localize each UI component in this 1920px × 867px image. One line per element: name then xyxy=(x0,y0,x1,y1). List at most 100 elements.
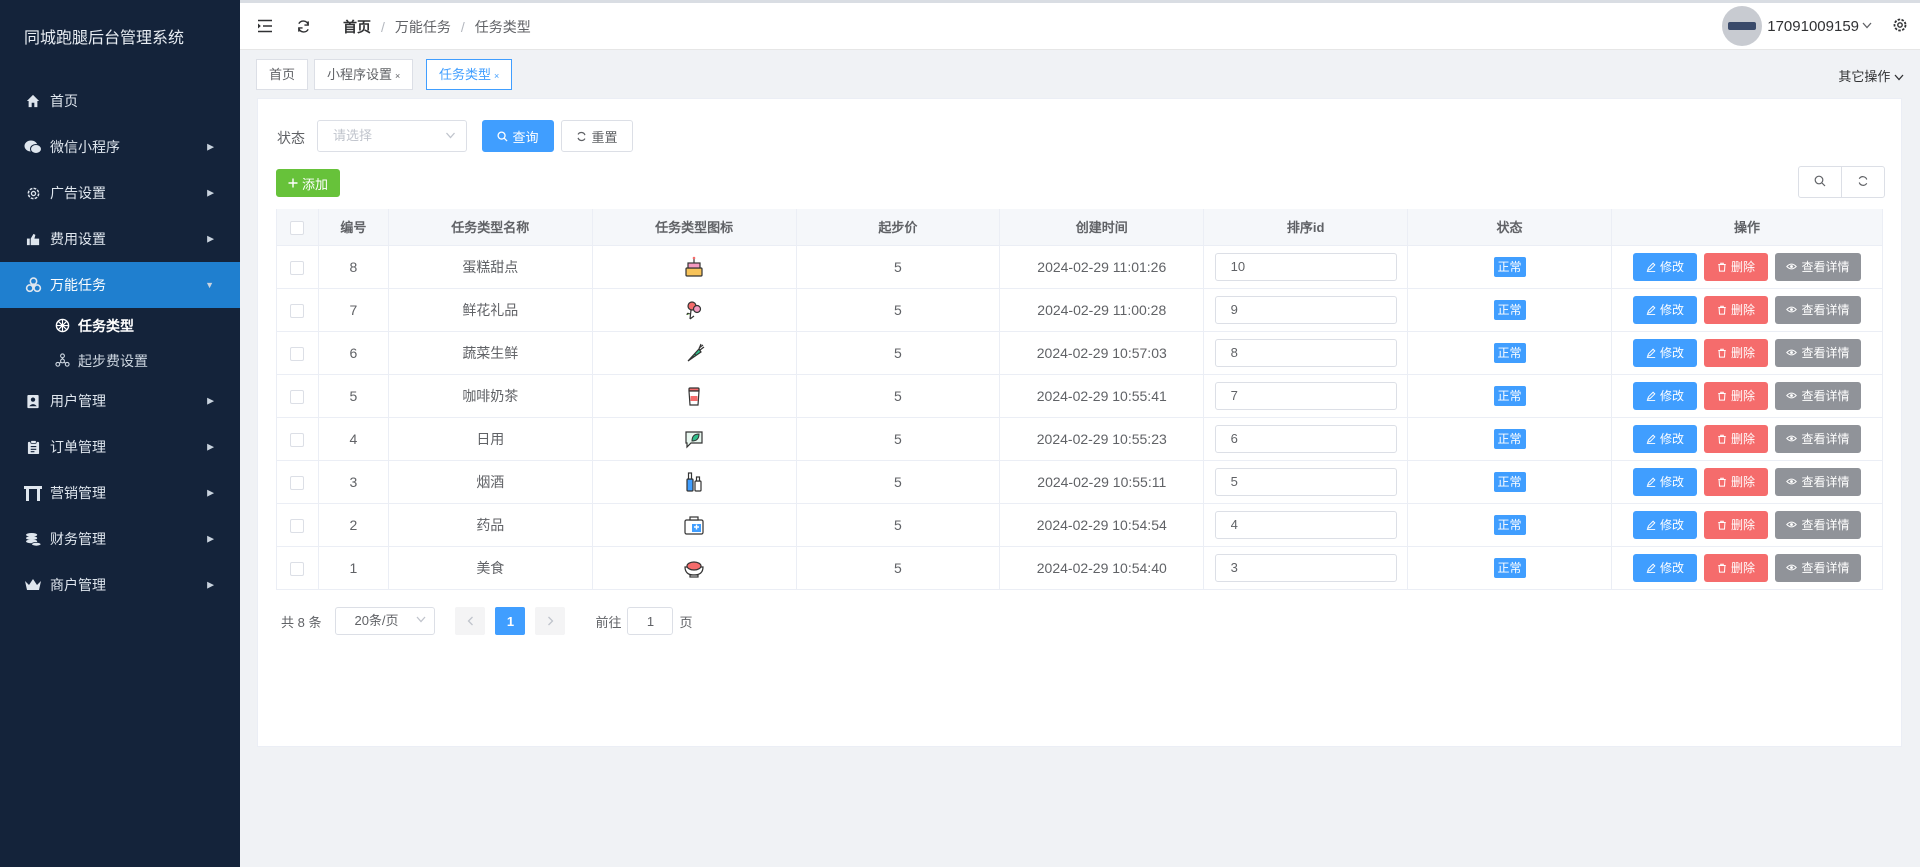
cell-status: 正常 xyxy=(1407,288,1612,332)
view-details-button[interactable]: 查看详情 xyxy=(1774,295,1861,324)
cell-price: 5 xyxy=(796,460,1001,504)
toggle-search-button[interactable] xyxy=(1798,166,1842,198)
molecule-icon xyxy=(54,353,70,369)
carrot-icon xyxy=(682,343,706,361)
view-details-button[interactable]: 查看详情 xyxy=(1774,553,1861,582)
view-details-button[interactable]: 查看详情 xyxy=(1774,381,1861,410)
edit-button[interactable]: 修改 xyxy=(1632,510,1697,539)
caret-right-icon: ▶ xyxy=(207,187,214,198)
edit-button[interactable]: 修改 xyxy=(1632,381,1697,410)
edit-button[interactable]: 修改 xyxy=(1632,252,1697,281)
page-number-button[interactable]: 1 xyxy=(495,607,526,635)
edit-button[interactable]: 修改 xyxy=(1632,424,1697,453)
prev-page-button[interactable] xyxy=(455,607,486,635)
sort-id-input[interactable] xyxy=(1214,467,1397,496)
sidebar-item-label: 微信小程序 xyxy=(50,139,120,155)
user-dropdown[interactable]: 17091009159 xyxy=(1722,6,1872,46)
query-button[interactable]: 查询 xyxy=(482,120,554,152)
view-details-button[interactable]: 查看详情 xyxy=(1774,252,1861,281)
cell-icon xyxy=(592,503,797,547)
tag-home[interactable]: 首页 xyxy=(256,59,309,90)
eye-icon xyxy=(1786,563,1798,572)
delete-label: 删除 xyxy=(1730,561,1755,575)
view-details-button[interactable]: 查看详情 xyxy=(1774,510,1861,539)
close-icon[interactable]: × xyxy=(395,71,400,81)
sidebar: 同城跑腿后台管理系统 首页 微信小程序 ▶ 广告设置 ▶ 费用设置 ▶ 万能任务… xyxy=(0,0,240,867)
refresh-icon[interactable] xyxy=(294,17,312,35)
edit-button[interactable]: 修改 xyxy=(1632,467,1697,496)
sort-id-input[interactable] xyxy=(1214,510,1397,539)
cell-price: 5 xyxy=(796,245,1001,289)
sidebar-item-merchants[interactable]: 商户管理 ▶ xyxy=(0,562,240,608)
edit-button[interactable]: 修改 xyxy=(1632,338,1697,367)
top-header: 首页 / 万能任务 / 任务类型 17091009159 xyxy=(240,0,1920,50)
edit-button[interactable]: 修改 xyxy=(1632,295,1697,324)
page-size-select[interactable]: 20条/页 xyxy=(335,607,436,635)
row-checkbox[interactable] xyxy=(290,303,305,318)
sort-id-input[interactable] xyxy=(1214,553,1397,582)
sidebar-item-users[interactable]: 用户管理 ▶ xyxy=(0,378,240,424)
delete-label: 删除 xyxy=(1730,260,1755,274)
delete-button[interactable]: 删除 xyxy=(1703,510,1768,539)
tag-miniprogram-settings[interactable]: 小程序设置 × xyxy=(314,59,414,90)
row-checkbox[interactable] xyxy=(290,260,305,275)
sidebar-item-ads[interactable]: 广告设置 ▶ xyxy=(0,170,240,216)
row-checkbox[interactable] xyxy=(290,561,305,576)
sort-id-input[interactable] xyxy=(1214,424,1397,453)
sort-id-input[interactable] xyxy=(1214,252,1397,281)
sidebar-subitem-base-fee[interactable]: 起步费设置 xyxy=(0,343,240,378)
sidebar-item-label: 订单管理 xyxy=(50,439,106,455)
crown-icon xyxy=(24,576,42,594)
cell-icon xyxy=(592,546,797,590)
view-details-button[interactable]: 查看详情 xyxy=(1774,424,1861,453)
sidebar-item-fees[interactable]: 费用设置 ▶ xyxy=(0,216,240,262)
delete-button[interactable]: 删除 xyxy=(1703,338,1768,367)
select-all-checkbox[interactable] xyxy=(290,220,305,235)
row-checkbox[interactable] xyxy=(290,346,305,361)
breadcrumb-item-home[interactable]: 首页 xyxy=(343,17,371,37)
row-checkbox[interactable] xyxy=(290,518,305,533)
delete-button[interactable]: 删除 xyxy=(1703,467,1768,496)
other-operations-dropdown[interactable]: 其它操作 xyxy=(1838,66,1904,85)
tag-task-types[interactable]: 任务类型 × xyxy=(426,59,513,90)
view-details-button[interactable]: 查看详情 xyxy=(1774,467,1861,496)
view-details-button[interactable]: 查看详情 xyxy=(1774,338,1861,367)
sidebar-menu: 首页 微信小程序 ▶ 广告设置 ▶ 费用设置 ▶ 万能任务 ▼ 任务类型 起步费… xyxy=(0,78,240,608)
sidebar-item-tasks[interactable]: 万能任务 ▼ xyxy=(0,262,240,308)
sidebar-item-orders[interactable]: 订单管理 ▶ xyxy=(0,424,240,470)
cell-created: 2024-02-29 10:55:11 xyxy=(999,460,1205,504)
delete-button[interactable]: 删除 xyxy=(1703,553,1768,582)
sidebar-item-home[interactable]: 首页 xyxy=(0,78,240,124)
cell-sort xyxy=(1203,503,1409,547)
sort-id-input[interactable] xyxy=(1214,295,1397,324)
cell-actions: 修改 删除 查看详情 xyxy=(1611,331,1884,375)
sidebar-subitem-task-types[interactable]: 任务类型 xyxy=(0,308,240,343)
delete-button[interactable]: 删除 xyxy=(1703,381,1768,410)
table-row: 8蛋糕甜点 52024-02-29 11:01:26 正常 修改 删除 查看详情 xyxy=(276,245,1884,289)
row-checkbox[interactable] xyxy=(290,475,305,490)
row-checkbox[interactable] xyxy=(290,389,305,404)
row-checkbox[interactable] xyxy=(290,432,305,447)
goto-page-input[interactable] xyxy=(627,607,674,635)
reset-button[interactable]: 重置 xyxy=(561,120,633,152)
next-page-button[interactable] xyxy=(535,607,566,635)
delete-label: 删除 xyxy=(1730,518,1755,532)
delete-button[interactable]: 删除 xyxy=(1703,424,1768,453)
cell-status: 正常 xyxy=(1407,546,1612,590)
sidebar-item-wechat[interactable]: 微信小程序 ▶ xyxy=(0,124,240,170)
sort-id-input[interactable] xyxy=(1214,338,1397,367)
sort-id-input[interactable] xyxy=(1214,381,1397,410)
sidebar-item-finance[interactable]: 财务管理 ▶ xyxy=(0,516,240,562)
delete-button[interactable]: 删除 xyxy=(1703,252,1768,281)
menu-collapse-icon[interactable] xyxy=(256,17,274,35)
add-button[interactable]: 添加 xyxy=(276,169,340,197)
status-select[interactable]: 请选择 xyxy=(317,120,467,152)
close-icon[interactable]: × xyxy=(494,71,499,81)
settings-gear-icon[interactable] xyxy=(1892,17,1910,35)
cell-status: 正常 xyxy=(1407,460,1612,504)
sidebar-item-marketing[interactable]: 营销管理 ▶ xyxy=(0,470,240,516)
cell-status: 正常 xyxy=(1407,245,1612,289)
refresh-table-button[interactable] xyxy=(1841,166,1885,198)
edit-button[interactable]: 修改 xyxy=(1632,553,1697,582)
delete-button[interactable]: 删除 xyxy=(1703,295,1768,324)
